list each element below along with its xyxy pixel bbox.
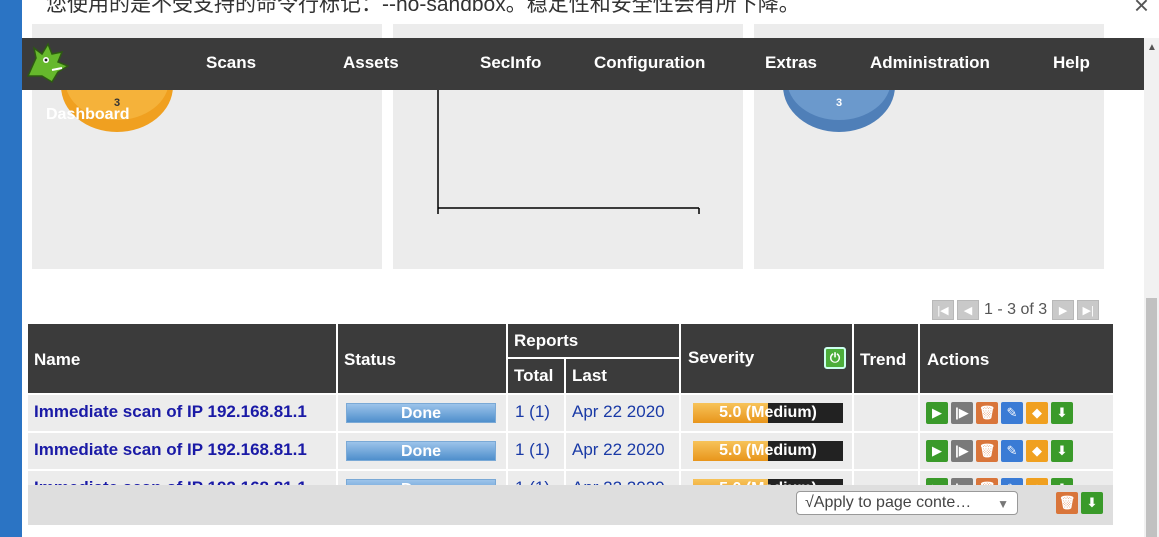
header-actions-label: Actions xyxy=(927,350,990,369)
first-page-icon[interactable]: |◀ xyxy=(932,300,954,320)
header-trend: Trend xyxy=(854,324,918,393)
window-left-edge xyxy=(0,0,22,537)
report-last-link[interactable]: Apr 22 2020 xyxy=(572,402,665,422)
status-badge[interactable]: Done xyxy=(346,403,496,423)
scroll-up-arrow-icon[interactable]: ▲ xyxy=(1147,42,1157,53)
panel3-count: 3 xyxy=(836,97,842,109)
severity-text: 5.0 (Medium) xyxy=(719,404,817,421)
previous-page-icon[interactable]: ◀ xyxy=(957,300,979,320)
header-name-label: Name xyxy=(34,350,81,369)
table-row: Immediate scan of IP 192.168.81.1 Done 1… xyxy=(28,433,1113,469)
header-trend-label: Trend xyxy=(860,350,907,369)
nav-scans[interactable]: Scans xyxy=(206,53,256,73)
severity-text: 5.0 (Medium) xyxy=(719,442,817,459)
trash-icon[interactable]: 🗑 xyxy=(976,402,998,424)
nav-administration[interactable]: Administration xyxy=(870,53,990,73)
export-icon[interactable]: ⬇ xyxy=(1051,440,1073,462)
bulk-trash-icon[interactable]: 🗑 xyxy=(1056,492,1078,514)
header-severity-label: Severity xyxy=(688,348,755,367)
nav-dashboard[interactable]: Dashboard xyxy=(46,106,130,124)
header-total-label: Total xyxy=(514,366,554,385)
scroll-thumb[interactable] xyxy=(1146,298,1157,537)
resume-icon[interactable]: |▶ xyxy=(951,440,973,462)
header-last-label: Last xyxy=(572,366,607,385)
header-total[interactable]: Total xyxy=(508,359,564,393)
header-severity[interactable]: Severity ⏻ xyxy=(681,324,852,393)
start-icon[interactable]: ▶ xyxy=(926,402,948,424)
next-page-icon[interactable]: ▶ xyxy=(1052,300,1075,320)
severity-bar: 5.0 (Medium) xyxy=(693,441,843,461)
vertical-scrollbar[interactable]: ▲ xyxy=(1144,38,1159,537)
task-name-link[interactable]: Immediate scan of IP 192.168.81.1 xyxy=(34,440,307,460)
header-status[interactable]: Status xyxy=(338,324,506,393)
bulk-export-icon[interactable]: ⬇ xyxy=(1081,492,1103,514)
report-last-link[interactable]: Apr 22 2020 xyxy=(572,440,665,460)
report-total-link[interactable]: 1 (1) xyxy=(515,440,550,460)
task-name-link[interactable]: Immediate scan of IP 192.168.81.1 xyxy=(34,402,307,422)
last-page-icon[interactable]: ▶| xyxy=(1077,300,1100,320)
table-row: Immediate scan of IP 192.168.81.1 Done 1… xyxy=(28,395,1113,431)
nav-extras[interactable]: Extras xyxy=(765,53,817,73)
nav-secinfo[interactable]: SecInfo xyxy=(480,53,541,73)
main-navbar: Scans Assets SecInfo Configuration Extra… xyxy=(22,38,1144,90)
nav-assets[interactable]: Assets xyxy=(343,53,399,73)
start-icon[interactable]: ▶ xyxy=(926,440,948,462)
unsupported-flag-infobar: 您使用的是不受支持的命令行标记：--no-sandbox。稳定性和安全性会有所下… xyxy=(22,0,1159,24)
edit-icon[interactable]: ✎ xyxy=(1001,440,1023,462)
pagination-count: 1 - 3 of 3 xyxy=(984,301,1048,318)
chevron-down-icon: ▼ xyxy=(997,497,1009,511)
greenbone-logo-icon[interactable] xyxy=(22,36,74,88)
apply-to-select[interactable]: √Apply to page conte… ▼ xyxy=(796,491,1018,515)
nav-help[interactable]: Help xyxy=(1053,53,1090,73)
header-reports: Reports xyxy=(508,324,679,357)
export-icon[interactable]: ⬇ xyxy=(1051,402,1073,424)
apply-to-select-value: √Apply to page conte… xyxy=(805,494,972,511)
edit-icon[interactable]: ✎ xyxy=(1001,402,1023,424)
trash-icon[interactable]: 🗑 xyxy=(976,440,998,462)
infobar-message: 您使用的是不受支持的命令行标记：--no-sandbox。稳定性和安全性会有所下… xyxy=(46,0,800,16)
resume-icon[interactable]: |▶ xyxy=(951,402,973,424)
infobar-close-button[interactable]: × xyxy=(1134,0,1149,21)
table-footer: √Apply to page conte… ▼ 🗑 ⬇ xyxy=(28,485,1113,525)
page-content: 3 3 Scans Assets SecInfo Configuration E… xyxy=(22,24,1144,537)
header-status-label: Status xyxy=(344,350,396,369)
severity-filter-toggle-icon[interactable]: ⏻ xyxy=(824,347,846,369)
severity-bar: 5.0 (Medium) xyxy=(693,403,843,423)
nav-configuration[interactable]: Configuration xyxy=(594,53,705,73)
status-badge[interactable]: Done xyxy=(346,441,496,461)
clone-icon[interactable]: ◆ xyxy=(1026,440,1048,462)
header-last[interactable]: Last xyxy=(566,359,679,393)
header-reports-label: Reports xyxy=(514,331,579,350)
header-actions: Actions xyxy=(920,324,1113,393)
header-name[interactable]: Name xyxy=(28,324,336,393)
pagination: |◀ ◀ 1 - 3 of 3 ▶ ▶| xyxy=(932,299,1100,321)
report-total-link[interactable]: 1 (1) xyxy=(515,402,550,422)
clone-icon[interactable]: ◆ xyxy=(1026,402,1048,424)
